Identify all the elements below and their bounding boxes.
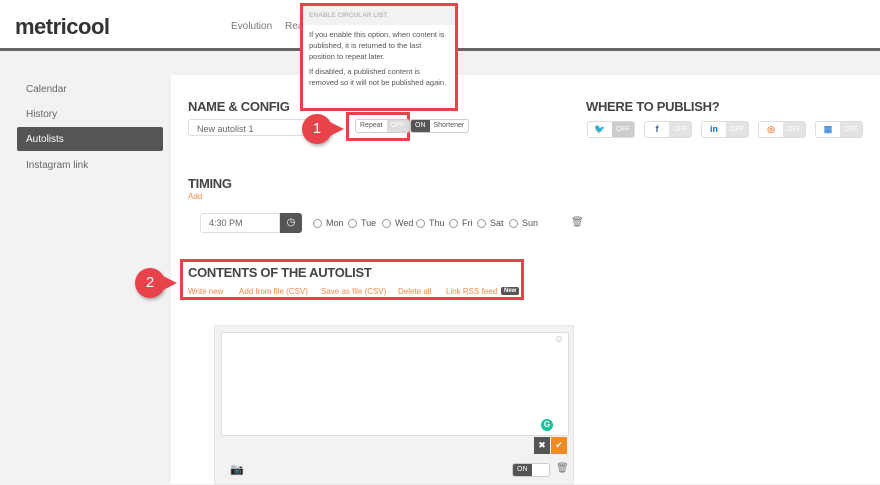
- sidebar-item-instagram-link[interactable]: Instagram link: [17, 153, 163, 177]
- publish-linkedin-toggle[interactable]: in OFF: [701, 121, 749, 138]
- where-to-publish-title: WHERE TO PUBLISH?: [586, 99, 720, 114]
- repeat-state: OFF: [386, 120, 409, 132]
- shortener-state: ON: [411, 120, 430, 132]
- tooltip-text-1: If you enable this option, when content …: [309, 30, 445, 61]
- timing-title: TIMING: [188, 176, 232, 191]
- time-input[interactable]: 4:30 PM: [200, 213, 280, 233]
- publish-instagram-toggle[interactable]: ◎ OFF: [758, 121, 806, 138]
- callout-2: 2: [135, 268, 177, 298]
- twitter-icon: 🐦: [594, 124, 606, 134]
- publish-state: OFF: [783, 122, 805, 137]
- tooltip-title: ENABLE CIRCULAR LIST: [303, 6, 455, 25]
- save-as-file-link[interactable]: Save as file (CSV): [321, 287, 386, 296]
- trash-icon[interactable]: 🗑: [571, 217, 584, 228]
- repeat-toggle[interactable]: Repeat OFF: [355, 119, 410, 133]
- grammarly-icon[interactable]: G: [541, 419, 553, 431]
- confirm-icon[interactable]: ✔: [551, 437, 567, 454]
- day-label: Thu: [429, 218, 445, 228]
- cancel-icon[interactable]: ✖: [534, 437, 550, 454]
- content-toggle-state: ON: [513, 464, 532, 476]
- checkbox-icon: [477, 218, 486, 228]
- content-toggle[interactable]: ON: [512, 463, 550, 477]
- publish-state: OFF: [840, 122, 862, 137]
- instagram-icon: ◎: [767, 124, 775, 134]
- name-config-title: NAME & CONFIG: [188, 99, 290, 114]
- checkbox-icon: [509, 218, 518, 228]
- new-badge: New: [501, 287, 520, 295]
- sidebar-item-history[interactable]: History: [17, 102, 163, 126]
- day-label: Sat: [490, 218, 504, 228]
- logo: metricool: [15, 14, 110, 39]
- linkedin-icon: in: [710, 124, 718, 134]
- facebook-icon: f: [655, 124, 659, 134]
- write-new-link[interactable]: Write new: [188, 287, 223, 296]
- content-trash-icon[interactable]: 🗑: [556, 463, 569, 474]
- link-rss-feed-link[interactable]: Link RSS feed: [446, 287, 497, 296]
- day-checkbox-sat[interactable]: Sat: [477, 218, 504, 228]
- checkbox-icon: [348, 218, 357, 228]
- day-label: Fri: [462, 218, 473, 228]
- circular-list-tooltip: ENABLE CIRCULAR LIST If you enable this …: [300, 3, 458, 111]
- day-checkbox-thu[interactable]: Thu: [416, 218, 445, 228]
- checkbox-icon: [382, 218, 391, 228]
- day-label: Wed: [395, 218, 414, 228]
- publish-gmb-toggle[interactable]: ▦ OFF: [815, 121, 863, 138]
- publish-state: OFF: [612, 122, 634, 137]
- shortener-toggle[interactable]: ON Shortener: [410, 119, 470, 133]
- repeat-label: Repeat: [360, 122, 383, 129]
- add-timing-link[interactable]: Add: [188, 192, 202, 201]
- day-checkbox-tue[interactable]: Tue: [348, 218, 376, 228]
- publish-facebook-toggle[interactable]: f OFF: [644, 121, 692, 138]
- checkbox-icon: [416, 218, 425, 228]
- day-checkbox-wed[interactable]: Wed: [382, 218, 413, 228]
- day-checkbox-sun[interactable]: Sun: [509, 218, 538, 228]
- contents-title: CONTENTS OF THE AUTOLIST: [188, 265, 372, 280]
- emoji-icon[interactable]: ☺: [554, 334, 564, 345]
- checkbox-icon: [449, 218, 458, 228]
- day-label: Sun: [522, 218, 539, 228]
- day-checkbox-fri[interactable]: Fri: [449, 218, 473, 228]
- day-label: Tue: [361, 218, 377, 228]
- sidebar-item-autolists[interactable]: Autolists: [17, 127, 163, 151]
- add-from-file-link[interactable]: Add from file (CSV): [239, 287, 308, 296]
- gmb-icon: ▦: [823, 124, 833, 134]
- sidebar-item-calendar[interactable]: Calendar: [17, 77, 163, 101]
- delete-all-link[interactable]: Delete all: [398, 287, 431, 296]
- checkbox-icon: [313, 218, 322, 228]
- callout-1: 1: [302, 114, 344, 144]
- day-label: Mon: [326, 218, 344, 228]
- clock-icon[interactable]: ◷: [280, 213, 302, 233]
- autolist-name-input[interactable]: New autolist 1: [188, 119, 318, 136]
- content-textarea[interactable]: [221, 332, 569, 436]
- shortener-label: Shortener: [433, 122, 465, 129]
- tooltip-text-2: If disabled, a published content is remo…: [309, 67, 447, 87]
- publish-state: OFF: [669, 122, 691, 137]
- day-checkbox-mon[interactable]: Mon: [313, 218, 344, 228]
- camera-icon[interactable]: 📷: [230, 463, 244, 476]
- publish-twitter-toggle[interactable]: 🐦 OFF: [587, 121, 635, 138]
- nav-evolution[interactable]: Evolution: [231, 21, 272, 32]
- publish-state: OFF: [726, 122, 748, 137]
